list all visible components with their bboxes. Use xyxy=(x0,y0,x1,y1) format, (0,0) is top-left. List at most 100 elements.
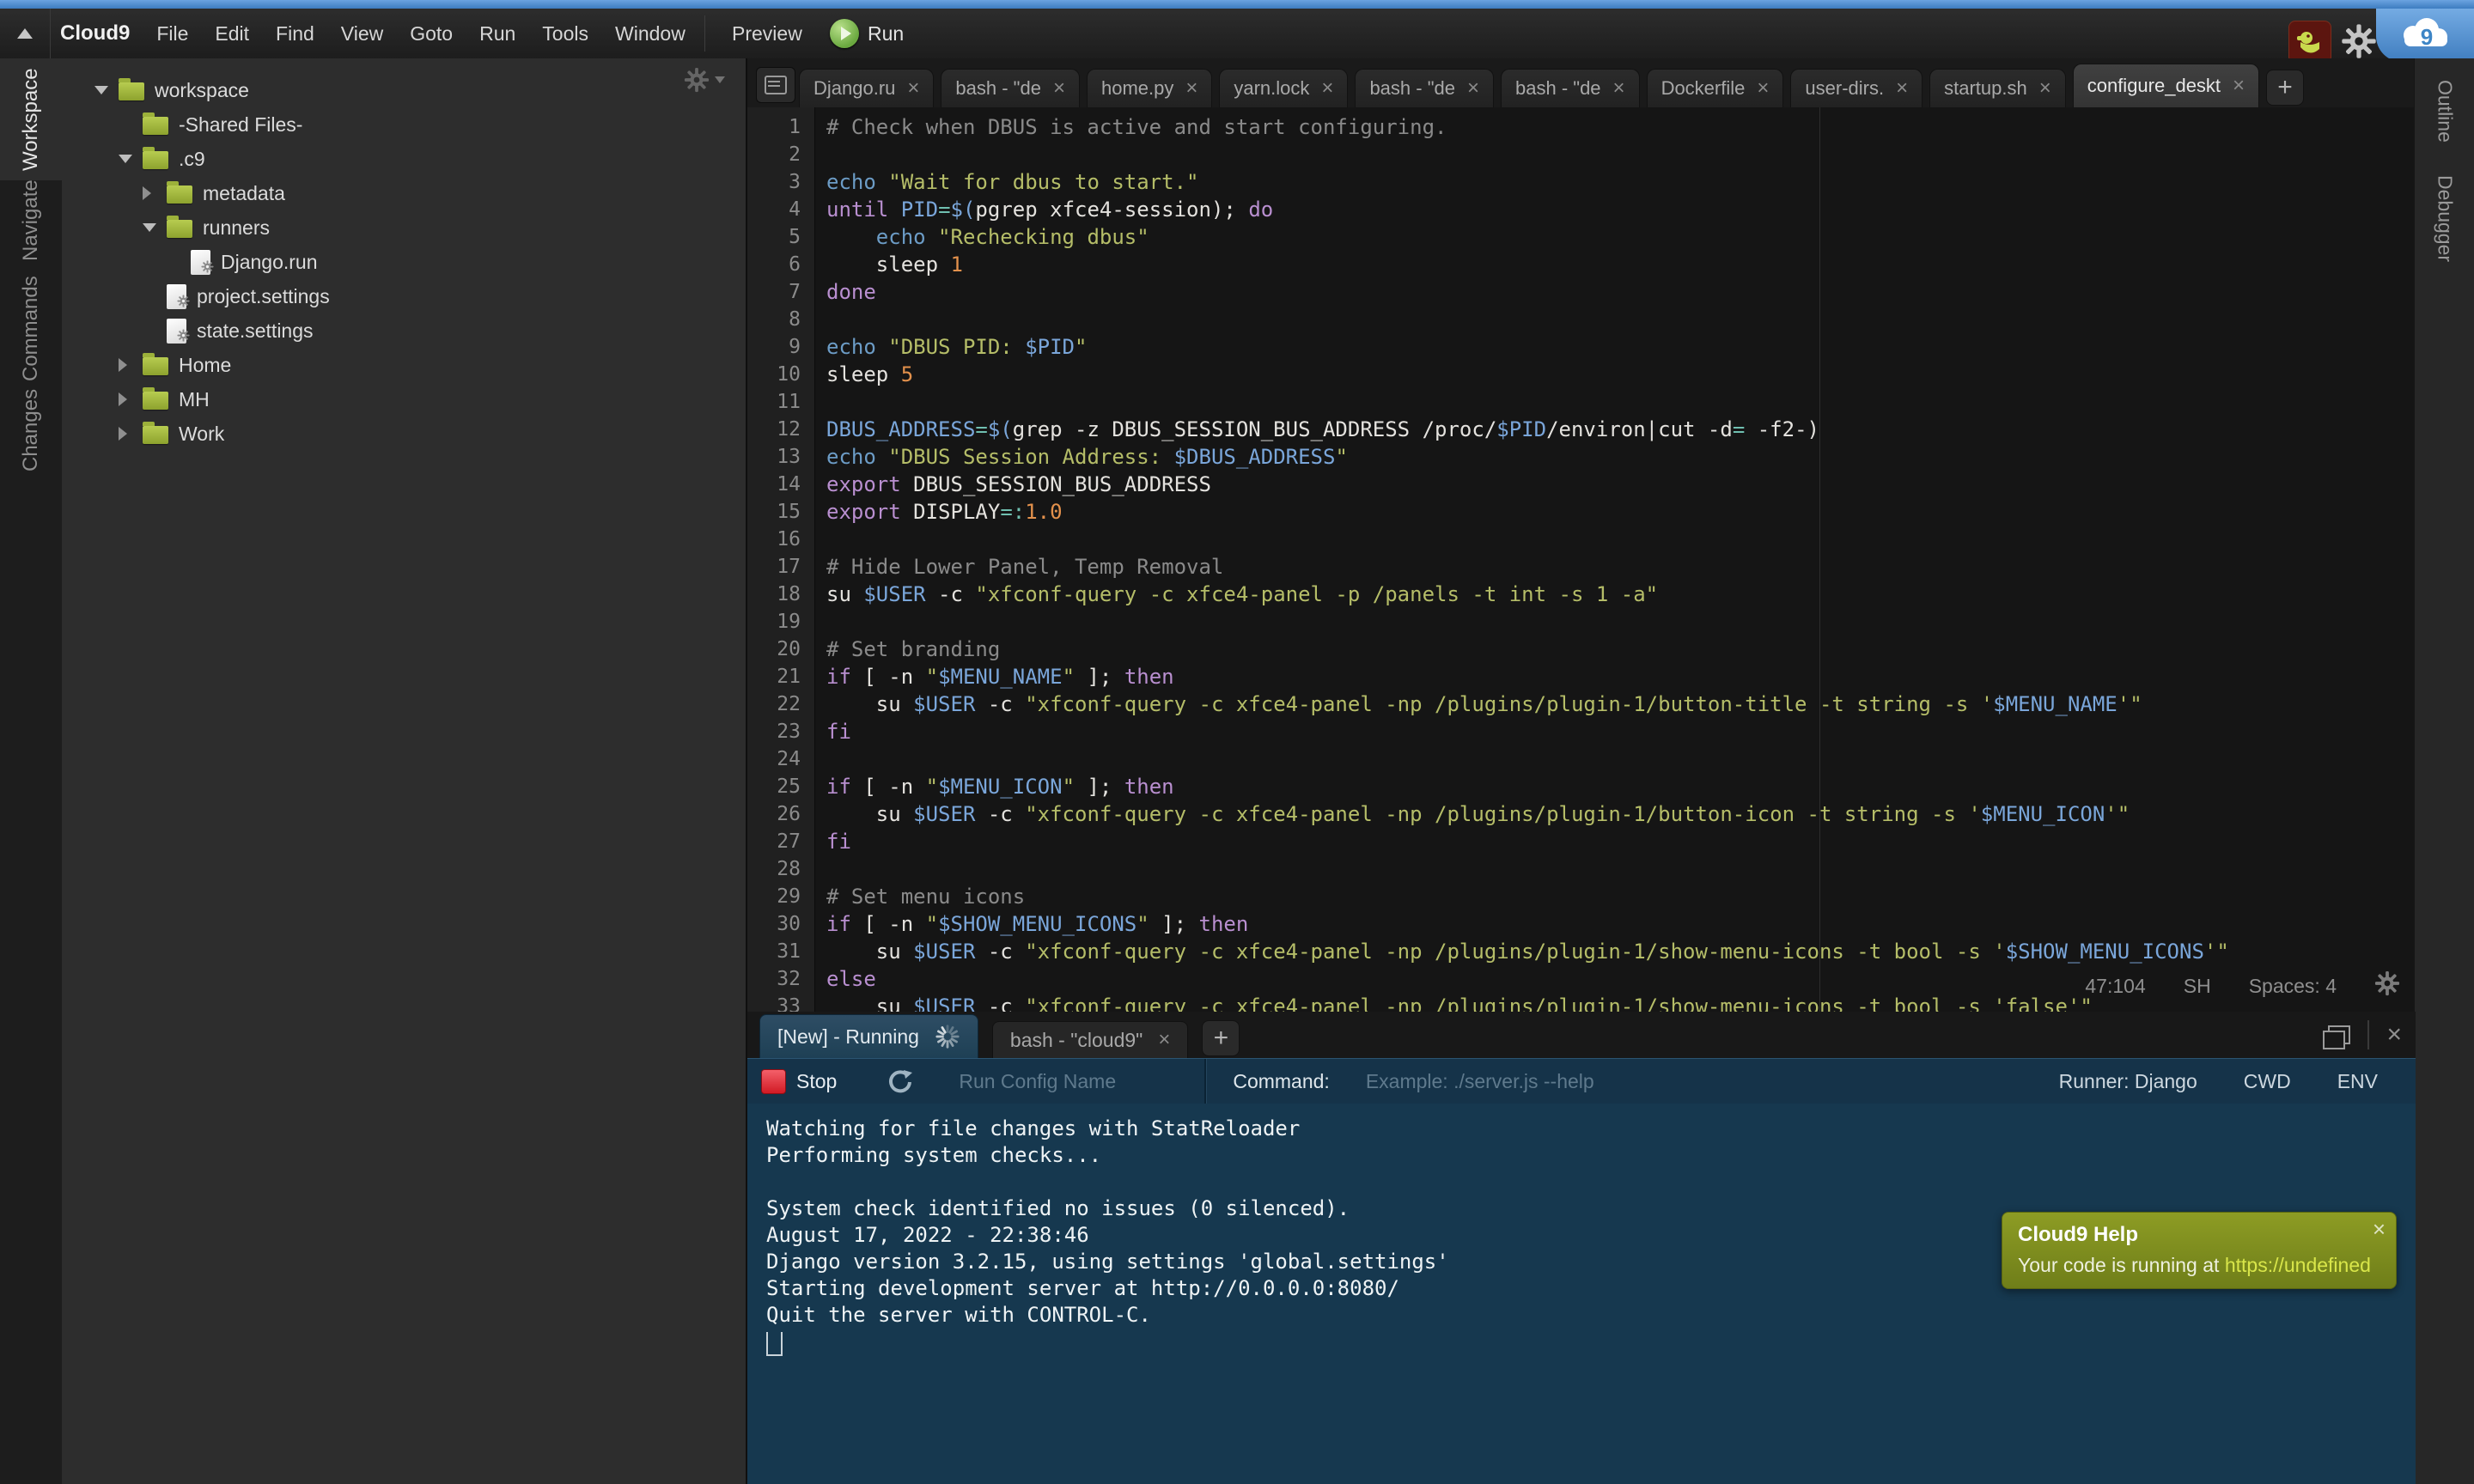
chevron-down-icon[interactable] xyxy=(143,223,167,232)
tab-label: Dockerfile xyxy=(1661,77,1746,100)
editor-tab-bash-de[interactable]: bash - "de× xyxy=(1501,69,1640,107)
new-console-tab-button[interactable]: + xyxy=(1202,1020,1240,1056)
line-number: 13 xyxy=(747,443,814,471)
collapse-menubar-button[interactable] xyxy=(0,9,51,58)
tab-close-icon[interactable]: × xyxy=(1757,78,1769,99)
code-editor[interactable]: 1234567891011121314151617181920212223242… xyxy=(746,107,2416,1012)
preview-menu[interactable]: Preview xyxy=(732,9,802,58)
chevron-right-icon[interactable] xyxy=(119,427,143,441)
line-number: 31 xyxy=(747,938,814,965)
maximize-icon[interactable] xyxy=(2328,1025,2350,1044)
indent-setting[interactable]: Spaces: 4 xyxy=(2249,975,2337,998)
tree-item-label: metadata xyxy=(203,182,285,205)
tab-close-icon[interactable]: × xyxy=(1185,78,1197,99)
tab-close-icon[interactable]: × xyxy=(1053,78,1065,99)
menu-item-run[interactable]: Run xyxy=(479,22,515,46)
syntax-mode[interactable]: SH xyxy=(2184,975,2211,998)
cwd-button[interactable]: CWD xyxy=(2244,1070,2291,1093)
editor-tab-bash-de[interactable]: bash - "de× xyxy=(1355,69,1494,107)
sidebar-item-debugger[interactable]: Debugger xyxy=(2415,172,2474,266)
editor-tab-yarn-lock[interactable]: yarn.lock× xyxy=(1219,69,1348,107)
tree-item-metadata[interactable]: metadata xyxy=(62,176,746,210)
help-popup-title: Cloud9 Help xyxy=(2018,1223,2138,1247)
stop-button-label[interactable]: Stop xyxy=(796,1070,837,1093)
code-line: # Check when DBUS is active and start co… xyxy=(826,113,2416,141)
tab-close-icon[interactable]: × xyxy=(1896,78,1908,99)
menu-item-window[interactable]: Window xyxy=(615,22,686,46)
runner-selector[interactable]: Runner: Django xyxy=(2059,1070,2197,1093)
file-run-config-icon xyxy=(167,284,186,309)
code-line: # Set menu icons xyxy=(826,883,2416,910)
tab-close-icon[interactable]: × xyxy=(2039,78,2051,99)
spinner-icon xyxy=(935,1024,960,1049)
new-tab-button[interactable]: + xyxy=(2266,70,2304,106)
tree-item-state-settings[interactable]: state.settings xyxy=(62,313,746,348)
menu-divider xyxy=(704,15,705,52)
tree-item-mh[interactable]: MH xyxy=(62,382,746,417)
sidebar-item-navigate[interactable]: Navigate xyxy=(0,169,62,272)
restart-icon[interactable] xyxy=(887,1067,914,1095)
debug-duck-icon[interactable] xyxy=(2288,21,2331,64)
editor-settings-gear-icon[interactable] xyxy=(2374,970,2400,1001)
sidebar-item-workspace[interactable]: Workspace xyxy=(0,58,62,180)
tree-item-label: workspace xyxy=(155,79,249,102)
stop-icon[interactable] xyxy=(761,1069,786,1094)
tree-item-home[interactable]: Home xyxy=(62,348,746,382)
folder-icon xyxy=(167,220,192,238)
close-console-icon[interactable]: × xyxy=(2386,1022,2402,1048)
tree-item-django-run[interactable]: Django.run xyxy=(62,245,746,279)
app-brand[interactable]: Cloud9 xyxy=(60,21,130,46)
cursor-position[interactable]: 47:104 xyxy=(2085,975,2145,998)
sidebar-item-commands[interactable]: Commands xyxy=(0,277,62,380)
editor-tab-configure-deskt[interactable]: configure_deskt× xyxy=(2073,64,2259,107)
tab-close-icon[interactable]: × xyxy=(1613,78,1625,99)
editor-tab-dockerfile[interactable]: Dockerfile × xyxy=(1647,69,1784,107)
menu-item-file[interactable]: File xyxy=(156,22,188,46)
console-tab-bash-cloud9-[interactable]: bash - "cloud9"× xyxy=(992,1021,1188,1058)
editor-tab-bash-de[interactable]: bash - "de× xyxy=(941,69,1080,107)
console-tab--new-running[interactable]: [New] - Running xyxy=(759,1014,978,1058)
menu-item-edit[interactable]: Edit xyxy=(215,22,249,46)
tree-item-workspace[interactable]: workspace xyxy=(62,73,746,107)
sidebar-item-changes[interactable]: Changes xyxy=(0,379,62,482)
run-config-name-input[interactable]: Run Config Name xyxy=(959,1070,1173,1093)
editor-tab-home-py[interactable]: home.py× xyxy=(1087,69,1212,107)
tab-close-icon[interactable]: × xyxy=(1321,78,1333,99)
editor-tab-django-ru[interactable]: Django.ru× xyxy=(799,69,934,107)
command-input[interactable]: Example: ./server.js --help xyxy=(1366,1070,1594,1093)
toolbar-divider xyxy=(1204,1059,1207,1104)
svg-text:9: 9 xyxy=(2421,24,2433,50)
help-popup-close-icon[interactable]: × xyxy=(2373,1216,2386,1243)
menu-item-goto[interactable]: Goto xyxy=(410,22,453,46)
code-line: # Set branding xyxy=(826,636,2416,663)
tab-close-icon[interactable]: × xyxy=(2233,76,2245,96)
chevron-right-icon[interactable] xyxy=(119,392,143,406)
chevron-down-icon[interactable] xyxy=(119,155,143,163)
tree-item-runners[interactable]: runners xyxy=(62,210,746,245)
tree-item-work[interactable]: Work xyxy=(62,417,746,451)
terminal-output[interactable]: Watching for file changes with StatReloa… xyxy=(747,1104,2416,1484)
menu-items: Cloud9 File Edit Find View Goto Run Tools Windo… xyxy=(60,9,686,58)
help-popup-link[interactable]: https://undefined xyxy=(2225,1254,2371,1276)
tab-close-icon[interactable]: × xyxy=(1467,78,1479,99)
tab-close-icon[interactable]: × xyxy=(907,78,919,99)
tab-close-icon[interactable]: × xyxy=(1158,1028,1170,1052)
tab-list-button[interactable] xyxy=(756,67,795,103)
chevron-down-icon[interactable] xyxy=(94,86,119,94)
settings-gear-icon[interactable] xyxy=(2340,22,2378,60)
chevron-right-icon[interactable] xyxy=(143,186,167,200)
env-button[interactable]: ENV xyxy=(2337,1070,2378,1093)
menu-item-tools[interactable]: Tools xyxy=(542,22,588,46)
tree-item-label: Work xyxy=(179,423,224,446)
menu-item-find[interactable]: Find xyxy=(276,22,314,46)
run-button[interactable]: Run xyxy=(830,9,904,58)
sidebar-item-outline[interactable]: Outline xyxy=(2415,74,2474,148)
file-run-config-icon xyxy=(191,250,210,275)
tree-item--shared-files-[interactable]: -Shared Files- xyxy=(62,107,746,142)
tree-item--c9[interactable]: .c9 xyxy=(62,142,746,176)
chevron-right-icon[interactable] xyxy=(119,358,143,372)
editor-tab-user-dirs-[interactable]: user-dirs.× xyxy=(1790,69,1923,107)
editor-tab-startup-sh[interactable]: startup.sh× xyxy=(1929,69,2066,107)
menu-item-view[interactable]: View xyxy=(341,22,383,46)
tree-item-project-settings[interactable]: project.settings xyxy=(62,279,746,313)
